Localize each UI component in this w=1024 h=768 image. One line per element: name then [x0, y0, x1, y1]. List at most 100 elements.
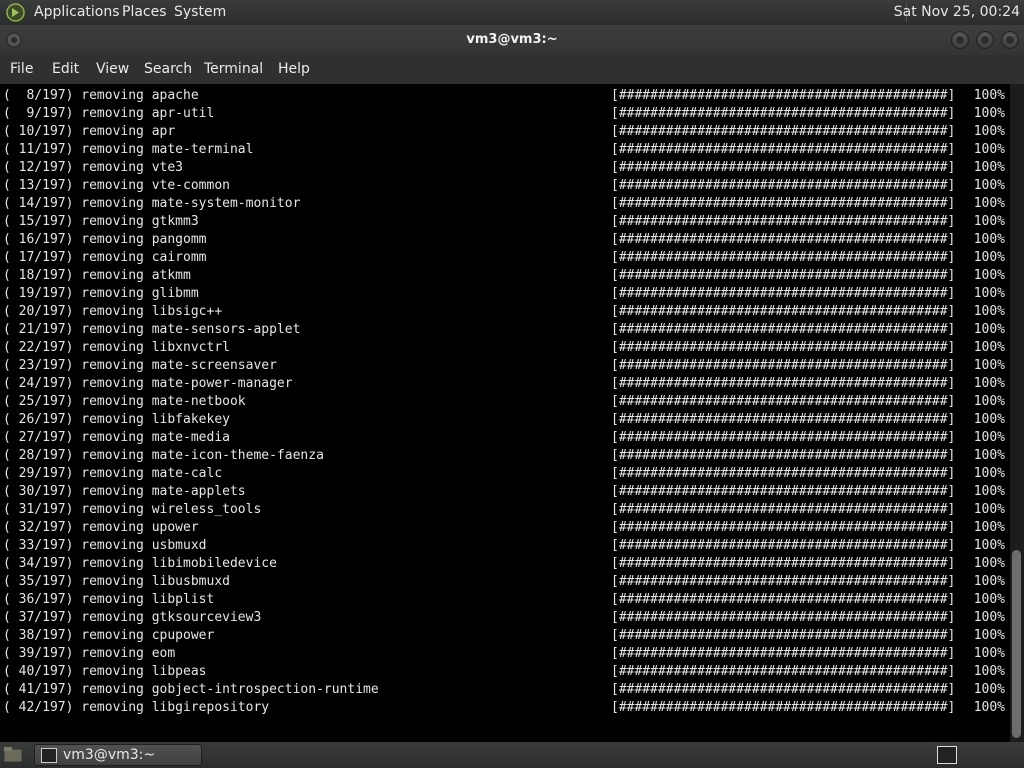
- terminal-line: ( 35/197) removing libusbmuxd: [3, 574, 230, 589]
- taskbar-terminal-button[interactable]: vm3@vm3:~: [34, 744, 202, 766]
- progress-bar-text: [#######################################…: [611, 538, 956, 553]
- terminal-line: ( 23/197) removing mate-screensaver: [3, 358, 277, 373]
- system-menu[interactable]: System: [174, 4, 226, 20]
- progress-percent: 100%: [973, 682, 1005, 697]
- progress-percent: 100%: [973, 538, 1005, 553]
- progress-bar-text: [#######################################…: [611, 250, 956, 265]
- terminal-line: ( 21/197) removing mate-sensors-applet: [3, 322, 301, 337]
- progress-bar-text: [#######################################…: [611, 142, 956, 157]
- terminal-line: ( 19/197) removing glibmm: [3, 286, 199, 301]
- close-button[interactable]: [1001, 31, 1019, 49]
- progress-bar-text: [#######################################…: [611, 178, 956, 193]
- progress-bar-text: [#######################################…: [611, 556, 956, 571]
- progress-percent: 100%: [973, 628, 1005, 643]
- progress-bar-text: [#######################################…: [611, 322, 956, 337]
- terminal-line: ( 20/197) removing libsigc++: [3, 304, 223, 319]
- clock[interactable]: Sat Nov 25, 00:24: [894, 4, 1020, 20]
- terminal-line: ( 17/197) removing cairomm: [3, 250, 207, 265]
- progress-percent: 100%: [973, 394, 1005, 409]
- progress-percent: 100%: [973, 592, 1005, 607]
- progress-percent: 100%: [973, 574, 1005, 589]
- progress-percent: 100%: [973, 232, 1005, 247]
- show-desktop-icon[interactable]: [3, 746, 23, 763]
- terminal-icon: [41, 748, 57, 763]
- progress-percent: 100%: [973, 250, 1005, 265]
- progress-bar-text: [#######################################…: [611, 268, 956, 283]
- terminal-line: ( 32/197) removing upower: [3, 520, 199, 535]
- progress-bar-text: [#######################################…: [611, 196, 956, 211]
- progress-bar-text: [#######################################…: [611, 358, 956, 373]
- progress-percent: 100%: [973, 556, 1005, 571]
- menu-search[interactable]: Search: [144, 61, 192, 77]
- progress-bar-text: [#######################################…: [611, 502, 956, 517]
- progress-bar-text: [#######################################…: [611, 682, 956, 697]
- terminal-line: ( 11/197) removing mate-terminal: [3, 142, 254, 157]
- progress-percent: 100%: [973, 160, 1005, 175]
- progress-percent: 100%: [973, 376, 1005, 391]
- progress-bar-text: [#######################################…: [611, 286, 956, 301]
- terminal-line: ( 30/197) removing mate-applets: [3, 484, 246, 499]
- progress-bar-text: [#######################################…: [611, 160, 956, 175]
- progress-bar-text: [#######################################…: [611, 106, 956, 121]
- terminal-line: ( 16/197) removing pangomm: [3, 232, 207, 247]
- terminal-line: ( 12/197) removing vte3: [3, 160, 184, 175]
- progress-bar-text: [#######################################…: [611, 232, 956, 247]
- menu-terminal[interactable]: Terminal: [204, 61, 263, 77]
- terminal-output[interactable]: ( 8/197) removing apache [###############…: [0, 84, 1010, 742]
- workspace-switcher-icon[interactable]: [937, 746, 957, 764]
- terminal-line: ( 9/197) removing apr-util: [3, 106, 215, 121]
- progress-bar-text: [#######################################…: [611, 412, 956, 427]
- scrollbar-thumb[interactable]: [1012, 550, 1021, 738]
- progress-bar-text: [#######################################…: [611, 700, 956, 715]
- terminal-line: ( 39/197) removing eom: [3, 646, 176, 661]
- progress-percent: 100%: [973, 412, 1005, 427]
- window-titlebar[interactable]: vm3@vm3:~: [0, 25, 1024, 55]
- terminal-line: ( 29/197) removing mate-calc: [3, 466, 223, 481]
- progress-percent: 100%: [973, 466, 1005, 481]
- terminal-line: ( 41/197) removing gobject-introspection…: [3, 682, 379, 697]
- progress-percent: 100%: [973, 484, 1005, 499]
- terminal-line: ( 25/197) removing mate-netbook: [3, 394, 246, 409]
- progress-percent: 100%: [973, 358, 1005, 373]
- progress-bar-text: [#######################################…: [611, 628, 956, 643]
- progress-percent: 100%: [973, 520, 1005, 535]
- menu-view[interactable]: View: [96, 61, 129, 77]
- progress-percent: 100%: [973, 610, 1005, 625]
- window-title: vm3@vm3:~: [466, 32, 558, 47]
- progress-bar-text: [#######################################…: [611, 484, 956, 499]
- maximize-button[interactable]: [976, 31, 994, 49]
- progress-bar-text: [#######################################…: [611, 592, 956, 607]
- terminal-line: ( 8/197) removing apache: [3, 88, 199, 103]
- menubar: File Edit View Search Terminal Help: [0, 55, 1024, 84]
- progress-bar-text: [#######################################…: [611, 394, 956, 409]
- places-menu[interactable]: Places: [122, 4, 167, 20]
- minimize-button[interactable]: [951, 31, 969, 49]
- taskbar-label: vm3@vm3:~: [63, 747, 156, 763]
- progress-percent: 100%: [973, 700, 1005, 715]
- terminal-line: ( 33/197) removing usbmuxd: [3, 538, 207, 553]
- progress-bar-text: [#######################################…: [611, 88, 956, 103]
- progress-percent: 100%: [973, 106, 1005, 121]
- progress-percent: 100%: [973, 304, 1005, 319]
- applications-menu[interactable]: Applications: [34, 4, 120, 20]
- window-menu-icon[interactable]: [6, 32, 22, 48]
- progress-percent: 100%: [973, 664, 1005, 679]
- terminal-scrollbar[interactable]: [1010, 84, 1024, 742]
- terminal-line: ( 26/197) removing libfakekey: [3, 412, 230, 427]
- terminal-line: ( 38/197) removing cpupower: [3, 628, 215, 643]
- progress-bar-text: [#######################################…: [611, 304, 956, 319]
- progress-bar-text: [#######################################…: [611, 448, 956, 463]
- mate-logo-icon[interactable]: [6, 3, 25, 22]
- menu-help[interactable]: Help: [278, 61, 310, 77]
- menu-file[interactable]: File: [10, 61, 33, 77]
- progress-bar-text: [#######################################…: [611, 214, 956, 229]
- progress-bar-text: [#######################################…: [611, 466, 956, 481]
- progress-bar-text: [#######################################…: [611, 430, 956, 445]
- terminal-line: ( 13/197) removing vte-common: [3, 178, 230, 193]
- progress-percent: 100%: [973, 322, 1005, 337]
- progress-percent: 100%: [973, 268, 1005, 283]
- progress-percent: 100%: [973, 142, 1005, 157]
- terminal-line: ( 10/197) removing apr: [3, 124, 176, 139]
- progress-percent: 100%: [973, 196, 1005, 211]
- menu-edit[interactable]: Edit: [52, 61, 79, 77]
